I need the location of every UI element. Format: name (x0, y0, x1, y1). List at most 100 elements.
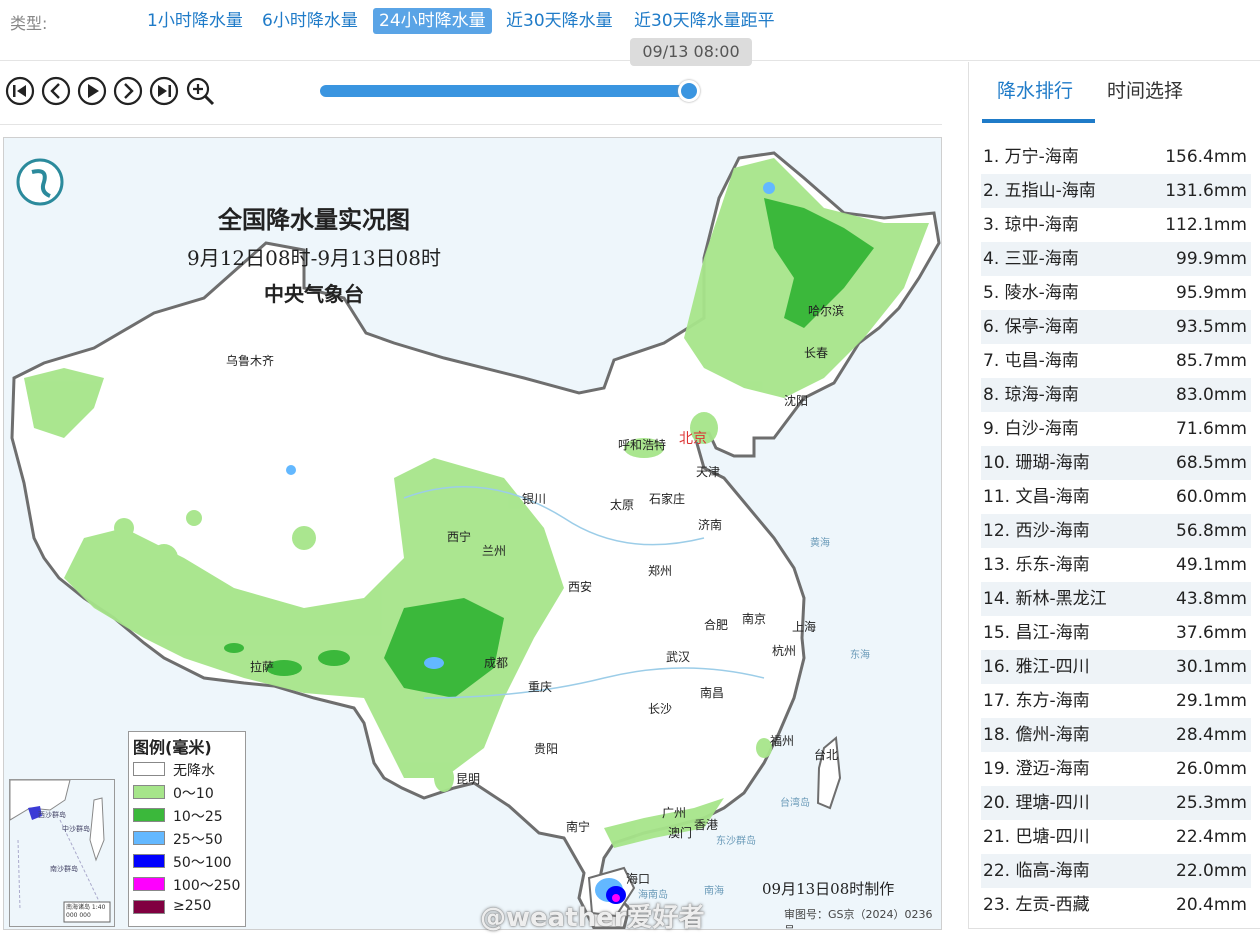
previous-icon[interactable] (41, 76, 71, 106)
ranking-row[interactable]: 11. 文昌-海南 60.0mm (981, 480, 1251, 514)
precip-value: 20.4mm (1176, 895, 1247, 915)
inset-scale: 南海诸岛 1:40 000 000 (66, 904, 106, 919)
city-label: 西安 (568, 580, 593, 594)
precip-value: 56.8mm (1176, 521, 1247, 541)
time-tooltip: 09/13 08:00 (630, 38, 752, 66)
city-label: 杭州 (772, 644, 797, 658)
station-name: 16. 雅江-四川 (983, 657, 1090, 677)
precip-value: 22.0mm (1176, 861, 1247, 881)
station-name: 22. 临高-海南 (983, 861, 1090, 881)
ranking-row[interactable]: 4. 三亚-海南 99.9mm (981, 242, 1251, 276)
station-name: 13. 乐东-海南 (983, 555, 1090, 575)
map-agency: 中央气象台 (264, 282, 364, 306)
legend-label: 25～50 (173, 832, 223, 848)
city-label: 海口 (626, 872, 651, 886)
sea-label: 东海 (850, 650, 870, 661)
ranking-row[interactable]: 13. 乐东-海南 49.1mm (981, 548, 1251, 582)
play-icon[interactable] (77, 76, 107, 106)
south-china-sea-inset: 西沙群岛 中沙群岛 南沙群岛 南海诸岛 1:40 000 000 (9, 779, 115, 927)
precip-value: 85.7mm (1176, 351, 1247, 371)
precip-value: 68.5mm (1176, 453, 1247, 473)
ranking-row[interactable]: 2. 五指山-海南 131.6mm (981, 174, 1251, 208)
tab-24h-precip[interactable]: 24小时降水量 (373, 8, 492, 34)
city-label: 武汉 (666, 650, 691, 664)
station-name: 1. 万宁-海南 (983, 147, 1079, 167)
city-label: 重庆 (528, 680, 553, 694)
city-label: 郑州 (648, 564, 673, 578)
city-label: 成都 (484, 656, 509, 670)
precip-value: 112.1mm (1165, 215, 1247, 235)
time-slider-track[interactable] (320, 85, 692, 97)
tab-30d-anomaly[interactable]: 近30天降水量距平 (628, 8, 781, 34)
city-label: 太原 (610, 498, 635, 512)
type-label: 类型: (10, 14, 48, 33)
ranking-row[interactable]: 22. 临高-海南 22.0mm (981, 854, 1251, 888)
tab-6h-precip[interactable]: 6小时降水量 (256, 8, 364, 34)
ranking-row[interactable]: 21. 巴塘-四川 22.4mm (981, 820, 1251, 854)
precip-value: 22.4mm (1176, 827, 1247, 847)
zoom-in-icon[interactable] (185, 76, 215, 106)
station-name: 23. 左贡-西藏 (983, 895, 1090, 915)
time-slider-handle[interactable] (678, 80, 700, 102)
legend-label: 10～25 (173, 809, 223, 825)
city-label: 西宁 (447, 530, 472, 544)
ranking-panel: 降水排行 时间选择 1. 万宁-海南 156.4mm 2. 五指山-海南 131.6m… (968, 62, 1260, 929)
station-name: 7. 屯昌-海南 (983, 351, 1079, 371)
ranking-row[interactable]: 1. 万宁-海南 156.4mm (981, 140, 1251, 174)
city-label: 广州 (662, 806, 687, 820)
ranking-row[interactable]: 23. 左贡-西藏 20.4mm (981, 888, 1251, 922)
station-name: 19. 澄迈-海南 (983, 759, 1090, 779)
city-label: 拉萨 (250, 660, 275, 674)
precip-value: 49.1mm (1176, 555, 1247, 575)
ranking-row[interactable]: 3. 琼中-海南 112.1mm (981, 208, 1251, 242)
city-label: 南宁 (566, 820, 591, 834)
station-name: 21. 巴塘-四川 (983, 827, 1090, 847)
station-name: 10. 珊瑚-海南 (983, 453, 1090, 473)
tab-time-select[interactable]: 时间选择 (1107, 76, 1183, 103)
ranking-row[interactable]: 15. 昌江-海南 37.6mm (981, 616, 1251, 650)
last-frame-icon[interactable] (149, 76, 179, 106)
divider (0, 124, 942, 125)
next-icon[interactable] (113, 76, 143, 106)
station-name: 14. 新林-黑龙江 (983, 589, 1107, 609)
city-label: 贵阳 (534, 742, 559, 756)
sea-label: 东沙群岛 (716, 836, 756, 847)
ranking-row[interactable]: 6. 保亭-海南 93.5mm (981, 310, 1251, 344)
legend-swatch (133, 854, 165, 868)
ranking-row[interactable]: 9. 白沙-海南 71.6mm (981, 412, 1251, 446)
precip-map[interactable]: 全国降水量实况图 9月12日08时-9月13日08时 中央气象台 乌鲁木齐 哈尔… (3, 137, 942, 930)
made-time: 09月13日08时制作 (762, 880, 895, 898)
ranking-row[interactable]: 16. 雅江-四川 30.1mm (981, 650, 1251, 684)
ranking-list: 1. 万宁-海南 156.4mm 2. 五指山-海南 131.6mm 3. 琼中-海南 1… (981, 140, 1251, 922)
tab-precip-ranking[interactable]: 降水排行 (997, 76, 1073, 103)
ranking-row[interactable]: 18. 儋州-海南 28.4mm (981, 718, 1251, 752)
ranking-row[interactable]: 14. 新林-黑龙江 43.8mm (981, 582, 1251, 616)
sea-label: 台湾岛 (780, 798, 810, 809)
ranking-row[interactable]: 12. 西沙-海南 56.8mm (981, 514, 1251, 548)
legend-swatch (133, 831, 165, 845)
tab-1h-precip[interactable]: 1小时降水量 (141, 8, 249, 34)
ranking-row[interactable]: 19. 澄迈-海南 26.0mm (981, 752, 1251, 786)
ranking-row[interactable]: 5. 陵水-海南 95.9mm (981, 276, 1251, 310)
precip-value: 83.0mm (1176, 385, 1247, 405)
legend-swatch (133, 785, 165, 799)
legend-swatch (133, 900, 165, 914)
ranking-row[interactable]: 7. 屯昌-海南 85.7mm (981, 344, 1251, 378)
ranking-row[interactable]: 20. 理塘-四川 25.3mm (981, 786, 1251, 820)
ranking-row[interactable]: 8. 琼海-海南 83.0mm (981, 378, 1251, 412)
city-label: 南京 (742, 612, 767, 626)
tab-30d-precip[interactable]: 近30天降水量 (500, 8, 619, 34)
precip-value: 25.3mm (1176, 793, 1247, 813)
station-name: 12. 西沙-海南 (983, 521, 1090, 541)
city-label: 上海 (792, 620, 817, 634)
inset-label: 西沙群岛 (38, 811, 66, 819)
city-label: 沈阳 (784, 394, 809, 408)
map-subtitle: 9月12日08时-9月13日08时 (186, 246, 441, 270)
legend-swatch (133, 877, 165, 891)
ranking-row[interactable]: 10. 珊瑚-海南 68.5mm (981, 446, 1251, 480)
precip-value: 71.6mm (1176, 419, 1247, 439)
ranking-row[interactable]: 17. 东方-海南 29.1mm (981, 684, 1251, 718)
city-label: 长春 (804, 346, 829, 360)
sea-label: 南海 (704, 886, 724, 897)
first-frame-icon[interactable] (5, 76, 35, 106)
